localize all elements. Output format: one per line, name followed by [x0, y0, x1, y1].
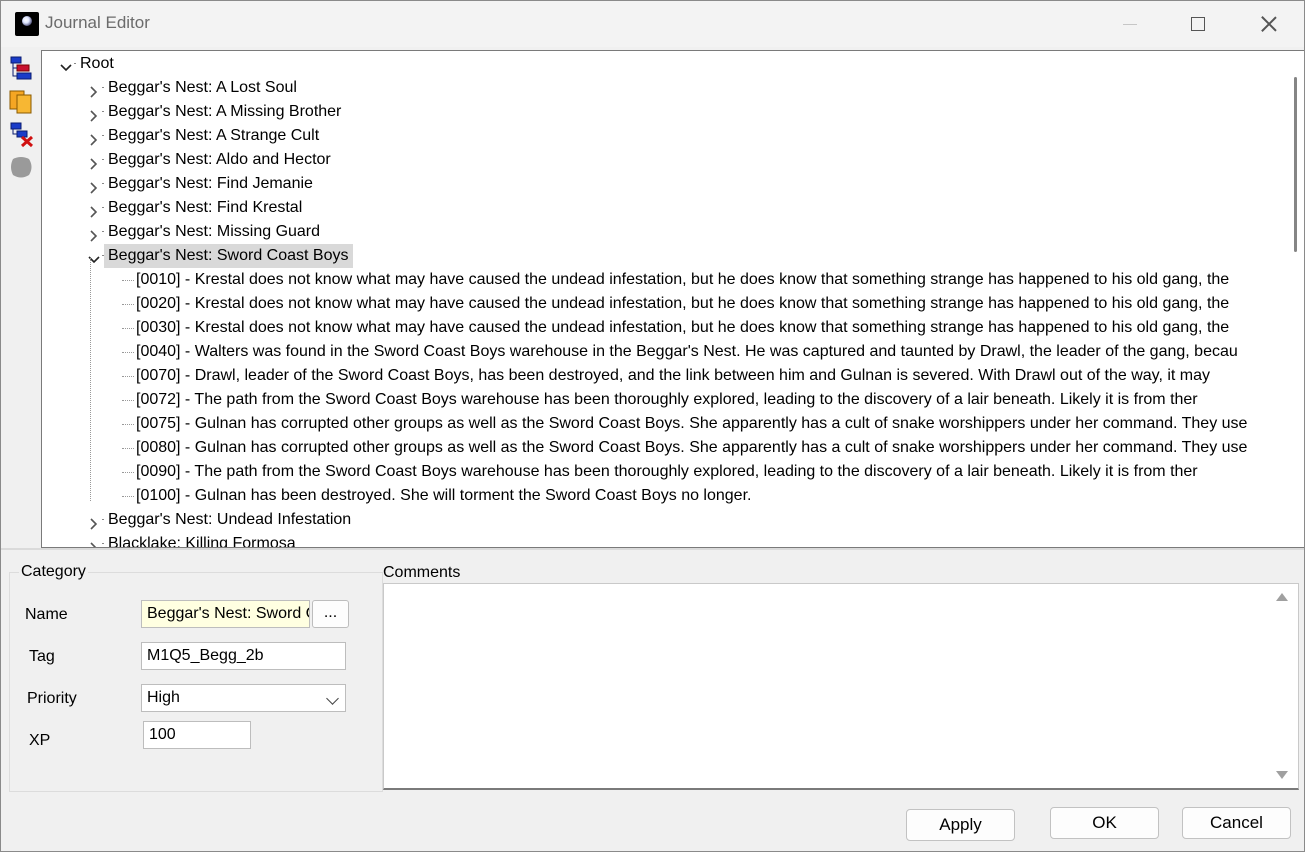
tree-node-label: [0072] - The path from the Sword Coast B…	[136, 391, 1198, 408]
priority-label: Priority	[27, 690, 77, 707]
cancel-button[interactable]: Cancel	[1182, 807, 1291, 839]
tree-node-label: [0090] - The path from the Sword Coast B…	[136, 463, 1198, 480]
tree-node-label: Blacklake: Killing Formosa	[108, 535, 296, 548]
maximize-button[interactable]	[1175, 1, 1221, 47]
tree-node-label: Beggar's Nest: A Lost Soul	[108, 79, 297, 96]
journal-tree[interactable]: Root Beggar's Nest: A Lost Soul Beggar's N…	[41, 50, 1304, 548]
scroll-down-icon[interactable]	[1276, 771, 1288, 779]
priority-value: High	[147, 689, 180, 706]
tag-label: Tag	[29, 648, 55, 665]
chevron-right-icon[interactable]	[88, 178, 100, 194]
tree-connector-line	[122, 400, 134, 401]
tree-connector-dot	[102, 159, 104, 160]
tag-field[interactable]: M1Q5_Begg_2b	[141, 642, 346, 670]
copy-pages-icon	[9, 90, 32, 114]
tree-node-label: Beggar's Nest: Aldo and Hector	[108, 151, 331, 168]
xp-label: XP	[29, 732, 51, 749]
chevron-right-icon[interactable]	[88, 82, 100, 98]
tree-node-label: Beggar's Nest: Undead Infestation	[108, 511, 352, 528]
name-label: Name	[25, 606, 68, 623]
tree-connector-line	[122, 472, 134, 473]
xp-field[interactable]: 100	[143, 721, 251, 749]
tree-connector-line	[90, 258, 91, 501]
chevron-down-icon	[326, 692, 339, 705]
close-icon	[1261, 16, 1277, 32]
tree-node-label: [0040] - Walters was found in the Sword …	[136, 343, 1238, 360]
tree-node-label: Beggar's Nest: Find Krestal	[108, 199, 303, 216]
comments-textarea[interactable]	[383, 583, 1299, 790]
tree-node-label: [0100] - Gulnan has been destroyed. She …	[136, 487, 752, 504]
maximize-icon	[1191, 17, 1205, 31]
tree-node-label: Beggar's Nest: A Strange Cult	[108, 127, 320, 144]
tree-connector-dot	[102, 207, 104, 208]
tree-connector-line	[122, 376, 134, 377]
app-icon	[15, 12, 39, 36]
chevron-right-icon[interactable]	[88, 106, 100, 122]
tree-connector-dot	[102, 519, 104, 520]
tree-connector-line	[122, 304, 134, 305]
tree-node-label: [0080] - Gulnan has corrupted other grou…	[136, 439, 1248, 456]
tree-node-label: [0070] - Drawl, leader of the Sword Coas…	[136, 367, 1211, 384]
comments-label: Comments	[383, 564, 461, 581]
tree-connector-dot	[74, 63, 76, 64]
apply-button[interactable]: Apply	[906, 809, 1015, 841]
close-button[interactable]	[1246, 1, 1292, 47]
tree-node-label: Beggar's Nest: A Missing Brother	[108, 103, 342, 120]
chevron-right-icon[interactable]	[88, 538, 100, 547]
title-bar: Journal Editor	[1, 1, 1304, 47]
tree-node-label: [0030] - Krestal does not know what may …	[136, 319, 1230, 336]
priority-select[interactable]: High	[141, 684, 346, 712]
ok-button[interactable]: OK	[1050, 807, 1159, 839]
tree-connector-line	[122, 328, 134, 329]
tree-connector-line	[122, 352, 134, 353]
tree-node-label: Beggar's Nest: Sword Coast Boys	[104, 244, 353, 268]
tree-connector-line	[122, 280, 134, 281]
scroll-up-icon[interactable]	[1276, 593, 1288, 601]
chevron-right-icon[interactable]	[88, 202, 100, 218]
minimize-button[interactable]	[1107, 1, 1153, 47]
tree-connector-dot	[102, 87, 104, 88]
chevron-right-icon[interactable]	[88, 514, 100, 530]
tree-node-label: Root	[80, 55, 114, 72]
tree-node-label: [0020] - Krestal does not know what may …	[136, 295, 1230, 312]
delete-button[interactable]	[7, 120, 35, 148]
add-category-icon	[10, 56, 32, 80]
tree-connector-dot	[102, 183, 104, 184]
tree-connector-dot	[102, 543, 104, 544]
delete-tree-icon	[10, 122, 34, 148]
chevron-down-icon[interactable]	[60, 58, 72, 72]
minimize-icon	[1123, 23, 1137, 25]
window-title: Journal Editor	[45, 13, 150, 32]
chevron-right-icon[interactable]	[88, 226, 100, 242]
disabled-tool-button[interactable]	[7, 153, 35, 181]
add-entry-button[interactable]	[7, 87, 35, 115]
tree-node-label: [0010] - Krestal does not know what may …	[136, 271, 1230, 288]
panel-divider[interactable]	[1, 548, 1304, 550]
tree-connector-dot	[102, 231, 104, 232]
category-group-title: Category	[19, 563, 88, 581]
tree-connector-dot	[102, 135, 104, 136]
tree-connector-line	[122, 496, 134, 497]
tree-node-label: Beggar's Nest: Missing Guard	[108, 223, 321, 240]
disabled-blob-icon	[11, 157, 32, 178]
tree-connector-line	[122, 448, 134, 449]
tree-node-label: [0075] - Gulnan has corrupted other grou…	[136, 415, 1248, 432]
tree-node-label: Beggar's Nest: Find Jemanie	[108, 175, 313, 192]
chevron-right-icon[interactable]	[88, 154, 100, 170]
tree-connector-line	[122, 424, 134, 425]
chevron-right-icon[interactable]	[88, 130, 100, 146]
tree-connector-dot	[102, 111, 104, 112]
add-category-button[interactable]	[7, 54, 35, 82]
name-field[interactable]: Beggar's Nest: Sword Coast Boys	[141, 600, 310, 628]
journal-editor-window: Journal Editor Root Beggar's Nest: A Los…	[0, 0, 1305, 852]
tree-scrollbar-thumb[interactable]	[1294, 77, 1297, 252]
browse-name-button[interactable]: ...	[312, 600, 349, 628]
